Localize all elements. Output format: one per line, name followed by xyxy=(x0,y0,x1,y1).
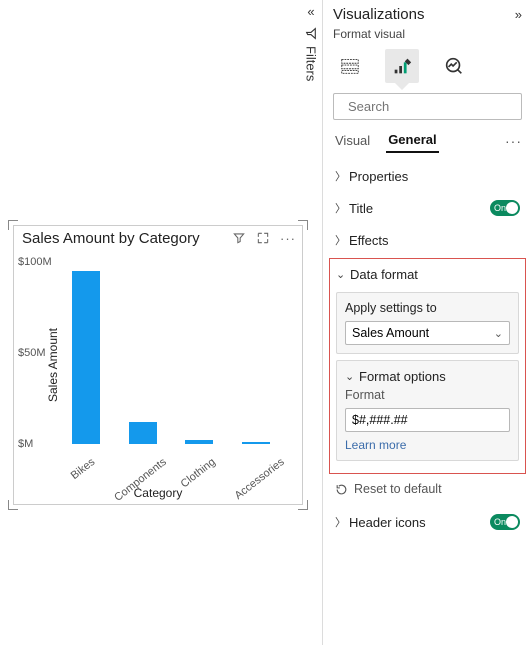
x-tick: Bikes xyxy=(68,456,97,482)
more-options-icon[interactable]: ··· xyxy=(280,231,296,246)
header-icons-toggle[interactable]: On xyxy=(490,514,520,530)
build-visual-tab[interactable] xyxy=(333,49,367,83)
visualizations-pane: Visualizations » Format visual Visual Ge… xyxy=(322,0,532,645)
filters-label: Filters xyxy=(304,46,319,81)
section-header-icons[interactable]: 〉 Header icons On xyxy=(333,506,522,538)
learn-more-link[interactable]: Learn more xyxy=(345,438,510,452)
tab-general[interactable]: General xyxy=(386,128,438,153)
y-tick: $100M xyxy=(18,256,52,268)
y-tick: $50M xyxy=(18,347,46,359)
chevron-down-icon: ⌄ xyxy=(336,268,350,281)
analytics-icon xyxy=(443,55,465,77)
reset-icon xyxy=(335,483,348,496)
format-input[interactable] xyxy=(345,408,510,432)
tabs-more-icon[interactable]: ··· xyxy=(505,133,522,149)
chart-title: Sales Amount by Category xyxy=(22,230,232,247)
format-visual-tab[interactable] xyxy=(385,49,419,83)
filter-icon xyxy=(305,27,318,40)
section-effects[interactable]: 〉 Effects xyxy=(333,224,522,256)
apply-settings-select[interactable]: Sales Amount ⌄ xyxy=(345,321,510,345)
pane-title: Visualizations xyxy=(333,6,424,23)
chevron-right-icon: 〉 xyxy=(335,514,349,530)
report-canvas[interactable]: « Filters Sales Amount by Category ··· S… xyxy=(0,0,322,645)
expand-pane-icon[interactable]: » xyxy=(515,7,522,22)
focus-mode-icon[interactable] xyxy=(256,231,270,245)
filters-pane-toggle[interactable]: Filters xyxy=(304,27,319,81)
chevron-right-icon: 〉 xyxy=(335,200,349,216)
search-input[interactable] xyxy=(348,99,524,114)
chevron-right-icon: 〉 xyxy=(335,232,349,248)
section-data-format[interactable]: ⌄ Data format xyxy=(336,263,519,286)
collapse-pane-icon[interactable]: « xyxy=(307,4,314,19)
chevron-down-icon: ⌄ xyxy=(494,327,503,340)
format-options-header[interactable]: ⌄ Format options xyxy=(345,369,510,384)
bar[interactable] xyxy=(185,440,213,444)
data-format-highlight: ⌄ Data format Apply settings to Sales Am… xyxy=(329,258,526,474)
analytics-tab[interactable] xyxy=(437,49,471,83)
format-options-card: ⌄ Format options Format Learn more xyxy=(336,360,519,461)
section-properties[interactable]: 〉 Properties xyxy=(333,160,522,192)
pane-subtitle: Format visual xyxy=(333,27,522,41)
reset-to-default[interactable]: Reset to default xyxy=(333,476,522,506)
bar[interactable] xyxy=(72,271,100,444)
format-label: Format xyxy=(345,388,510,402)
apply-settings-card: Apply settings to Sales Amount ⌄ xyxy=(336,292,519,354)
format-brush-icon xyxy=(391,55,413,77)
title-toggle[interactable]: On xyxy=(490,200,520,216)
section-title[interactable]: 〉 Title On xyxy=(333,192,522,224)
filter-icon[interactable] xyxy=(232,231,246,245)
tab-visual[interactable]: Visual xyxy=(333,129,372,152)
search-box[interactable] xyxy=(333,93,522,120)
chart-visual-container[interactable]: Sales Amount by Category ··· Sales Amoun… xyxy=(8,220,308,510)
plot-area: $100M $50M $M xyxy=(48,252,294,444)
bar[interactable] xyxy=(129,422,157,444)
bar[interactable] xyxy=(242,442,270,444)
x-axis-label: Category xyxy=(14,486,302,500)
y-tick: $M xyxy=(18,438,33,450)
fields-icon xyxy=(339,55,361,77)
apply-settings-label: Apply settings to xyxy=(345,301,510,315)
chevron-right-icon: 〉 xyxy=(335,168,349,184)
chevron-down-icon: ⌄ xyxy=(345,370,359,383)
